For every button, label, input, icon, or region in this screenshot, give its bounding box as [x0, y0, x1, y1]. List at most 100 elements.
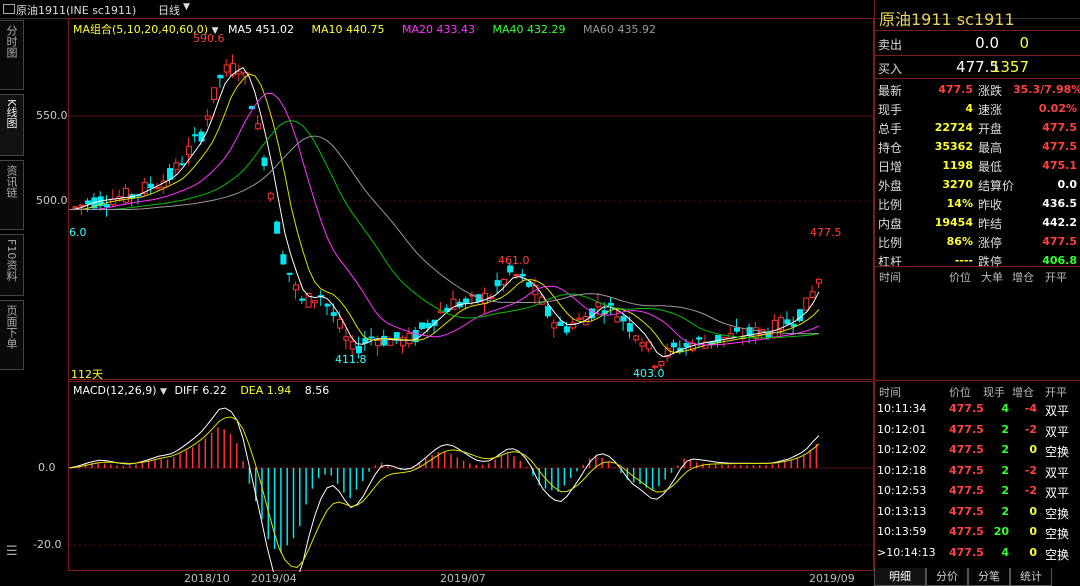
candle	[387, 339, 394, 346]
quote-value: 436.5	[1042, 197, 1077, 210]
date-label: 2019/09	[809, 572, 855, 585]
trade-volume: 2	[1001, 484, 1009, 497]
tab-order-label: 页面下单	[5, 305, 18, 349]
instrument-title: 原油1911(INE sc1911)	[16, 4, 137, 17]
date-label: 2019/07	[440, 572, 486, 585]
candle	[286, 272, 293, 275]
candle	[759, 329, 766, 335]
candle	[148, 183, 155, 189]
quote-value: 14%	[946, 197, 973, 210]
trade-time: >10:14:13	[877, 545, 936, 559]
trade-row[interactable]: 10:12:18 477.5 2 -2 双平	[875, 464, 1080, 484]
quote-value: 1198	[942, 159, 973, 172]
trade-row[interactable]: >10:14:13 477.5 4 0 空换	[875, 546, 1080, 566]
quote-row: 比例 86% 涨停 477.5	[875, 232, 1080, 251]
ma-line	[69, 135, 820, 335]
macd-chart[interactable]: MACD(12,26,9) ▼ DIFF 6.22 DEA 1.94 8.56	[68, 381, 875, 586]
quote-value: 19454	[934, 216, 973, 229]
tab-f10[interactable]: F10资料	[0, 234, 24, 296]
ma-lines-group	[68, 67, 820, 358]
period-selector[interactable]: 日线	[158, 2, 180, 18]
trade-type: 空换	[1045, 506, 1070, 521]
sell-row[interactable]: 卖出 0.0 0	[875, 33, 1080, 55]
candle	[374, 339, 381, 347]
quote-value: 35362	[934, 140, 973, 153]
candle	[217, 74, 224, 79]
trade-time: 10:12:02	[877, 443, 927, 456]
candle	[167, 168, 173, 180]
quote-value: 0.02%	[1038, 102, 1077, 115]
candle	[78, 204, 85, 207]
trade-oi-change: -2	[1024, 463, 1037, 477]
trade-type: 双平	[1045, 465, 1070, 480]
quote-label: 昨收	[978, 198, 1003, 212]
macd-dropdown-icon[interactable]: ▼	[160, 387, 167, 397]
trade-price: 477.5	[949, 443, 984, 456]
trade-oi-change: -2	[1024, 484, 1037, 497]
candle	[337, 318, 344, 329]
quote-panel: 原油1911 sc1911 卖出 0.0 0 买入 477.5 1357 最新 4…	[874, 0, 1080, 586]
trade-volume: 2	[1001, 463, 1009, 477]
diff-value: DIFF 6.22	[174, 384, 227, 397]
tab-news[interactable]: 资讯链	[0, 160, 24, 230]
buy-row[interactable]: 买入 477.5 1357	[875, 57, 1080, 79]
macd-value: 8.56	[304, 384, 330, 397]
tab-ticks[interactable]: 分笔	[968, 568, 1010, 586]
candle	[715, 334, 722, 343]
tab-f10-label: F10资料	[5, 239, 18, 282]
candle	[809, 291, 816, 298]
ma60-value: MA60 435.92	[583, 23, 656, 36]
quote-value: 477.5	[1042, 235, 1077, 248]
ma-legend-label: MA组合(5,10,20,40,60,0)	[73, 23, 209, 36]
kline-svg	[68, 54, 875, 371]
menu-icon[interactable]: ☰	[6, 544, 20, 559]
candle	[620, 316, 627, 322]
quote-label: 昨结	[978, 217, 1003, 231]
period-dropdown-icon[interactable]: ▼	[183, 2, 190, 12]
divider	[875, 55, 1080, 56]
tab-detail[interactable]: 明细	[874, 568, 926, 586]
kline-chart[interactable]: MA组合(5,10,20,40,60,0) ▼ MA5 451.02 MA10 …	[68, 18, 875, 381]
divider	[875, 30, 1080, 31]
candle	[261, 157, 268, 167]
candle	[671, 342, 677, 348]
tab-order[interactable]: 页面下单	[0, 300, 24, 370]
tab-kline[interactable]: K线图	[0, 94, 24, 156]
trade-volume: 20	[993, 525, 1009, 538]
candle	[255, 123, 262, 130]
trade-row[interactable]: 10:11:34 477.5 4 -4 双平	[875, 402, 1080, 422]
candle	[633, 335, 640, 341]
detail-tabs: 明细 分价 分笔 统计	[874, 568, 1080, 586]
divider	[875, 78, 1080, 79]
trade-price: 477.5	[949, 484, 984, 497]
candle	[299, 298, 306, 301]
trade-oi-change: 0	[1029, 504, 1037, 518]
ma10-value: MA10 440.75	[311, 23, 385, 36]
trade-time: 10:11:34	[877, 402, 927, 415]
tab-price-dist[interactable]: 分价	[926, 568, 968, 586]
candle	[784, 319, 791, 325]
trade-row[interactable]: 10:13:59 477.5 20 0 空换	[875, 525, 1080, 545]
quote-label: 现手	[878, 103, 903, 117]
candle	[494, 280, 501, 287]
candle	[406, 332, 413, 345]
quote-value: 86%	[946, 235, 973, 248]
tab-stats[interactable]: 统计	[1010, 568, 1052, 586]
quote-value: 475.1	[1042, 159, 1077, 172]
sell-price: 0.0	[975, 34, 999, 52]
trade-time: 10:12:01	[877, 422, 927, 436]
trade-price: 477.5	[949, 525, 984, 538]
tab-timeshare[interactable]: 分时图	[0, 20, 24, 90]
candle	[223, 64, 230, 73]
trade-volume: 4	[1001, 545, 1009, 559]
candle	[293, 284, 299, 291]
candle	[696, 337, 703, 340]
trade-row[interactable]: 10:12:02 477.5 2 0 空换	[875, 443, 1080, 463]
last-price-annotation: 477.5	[810, 226, 842, 239]
trade-oi-change: 0	[1029, 443, 1037, 456]
quote-label: 涨跌	[978, 84, 1003, 98]
trade-row[interactable]: 10:13:13 477.5 2 0 空换	[875, 505, 1080, 525]
trade-row[interactable]: 10:12:01 477.5 2 -2 双平	[875, 423, 1080, 443]
quote-value: 35.3/7.98%	[1013, 83, 1080, 96]
trade-row[interactable]: 10:12:53 477.5 2 -2 双平	[875, 484, 1080, 504]
